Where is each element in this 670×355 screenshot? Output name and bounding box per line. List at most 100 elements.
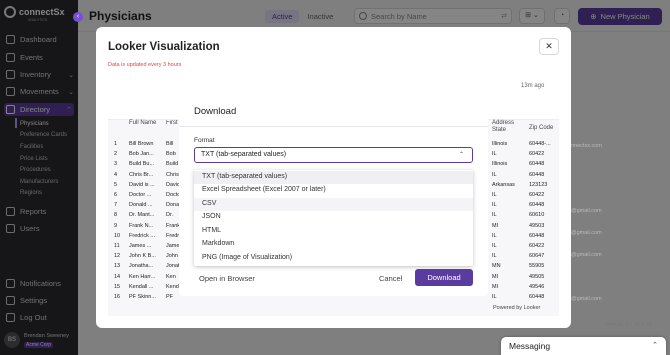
results-count: Results: 1 – 16 of 16 (606, 322, 652, 328)
divider (179, 126, 488, 127)
column-header-address-state[interactable]: Address State (492, 120, 522, 134)
cell-full-name: Bob Jan... (129, 151, 154, 158)
row-number: 4 (114, 171, 118, 178)
cell-first: Ken (166, 273, 176, 280)
cell-first: Bob (166, 151, 176, 158)
cell-zip-code: 60422 (529, 151, 545, 158)
cell-full-name: Dr. Mant... (129, 212, 155, 219)
cell-zip-code: 60448 (529, 161, 545, 168)
download-button[interactable]: Download (415, 269, 473, 286)
background-email: @gmail.com (571, 252, 602, 258)
cell-address-state: IL (492, 232, 497, 239)
cell-first: Jonathan (166, 263, 180, 270)
cell-address-state: IL (492, 202, 497, 209)
format-option-csv[interactable]: CSV (194, 198, 473, 211)
cell-first: Dr. (166, 212, 174, 219)
row-number: 16 (114, 294, 121, 300)
cell-full-name: Bill Brown (129, 141, 154, 147)
column-header-first[interactable]: First (166, 120, 180, 127)
row-number: 8 (114, 212, 118, 219)
row-number: 10 (114, 232, 121, 239)
format-option-html[interactable]: HTML (194, 225, 473, 238)
row-number: 2 (114, 151, 118, 158)
format-option-markdown[interactable]: Markdown (194, 238, 473, 251)
cell-full-name: David is ... (129, 181, 155, 188)
cell-zip-code: 60610 (529, 212, 545, 219)
close-button[interactable]: ✕ (539, 38, 559, 55)
cell-full-name: John K B... (129, 253, 156, 260)
cell-zip-code: 60448 (529, 294, 545, 300)
cell-address-state: IL (492, 171, 497, 178)
row-number: 7 (114, 202, 118, 209)
cell-first: Kendall (166, 283, 180, 290)
cell-address-state: MI (492, 283, 499, 290)
row-number: 1 (114, 141, 118, 147)
format-label: Format (194, 137, 215, 144)
cell-zip-code: 49503 (529, 222, 545, 229)
cell-zip-code: 60448 (529, 202, 545, 209)
cell-address-state: IL (492, 192, 497, 198)
format-option-png[interactable]: PNG (Image of Visualization) (194, 252, 473, 265)
column-header-full-name[interactable]: Full Name (129, 120, 159, 127)
messaging-widget[interactable]: Messaging ⌃ (501, 337, 666, 355)
cell-address-state: IL (492, 243, 497, 249)
cell-zip-code: 123123 (529, 181, 548, 188)
cell-first: James (166, 243, 180, 249)
cell-full-name: Ken Harr... (129, 273, 156, 280)
cell-zip-code: 60647 (529, 253, 545, 260)
cell-address-state: IL (492, 212, 497, 219)
modal-title: Looker Visualization (108, 41, 220, 53)
cell-full-name: Donald ... (129, 202, 153, 209)
row-number: 6 (114, 192, 118, 198)
cell-full-name: Build Bu... (129, 161, 155, 168)
powered-by: Powered by Looker (493, 305, 541, 311)
cancel-button[interactable]: Cancel (379, 274, 402, 283)
cell-first: Doctor (166, 192, 180, 198)
row-number: 9 (114, 222, 118, 229)
cell-zip-code: 49546 (529, 283, 545, 290)
dialog-title: Download (194, 106, 237, 117)
cell-zip-code: 60448 (529, 232, 545, 239)
chevron-up-icon: ⌃ (652, 342, 658, 349)
cell-first: Fredrick (166, 232, 180, 239)
open-in-browser-button[interactable]: Open in Browser (199, 274, 255, 283)
cell-full-name: Chris Br... (129, 171, 154, 178)
cell-full-name: Doctor ... (129, 192, 152, 198)
row-number: 13 (114, 263, 121, 270)
cell-address-state: Illinois (492, 141, 508, 147)
row-number: 5 (114, 181, 118, 188)
cell-address-state: Illinois (492, 161, 508, 168)
updated-time: 13m ago (521, 83, 545, 89)
row-number: 14 (114, 273, 121, 280)
row-number: 12 (114, 253, 121, 260)
update-note: Data is updated every 3 hours (108, 62, 182, 68)
cell-full-name: PF Skinn... (129, 294, 156, 300)
cell-zip-code: 60448 (529, 171, 545, 178)
format-option-txt[interactable]: TXT (tab-separated values) (194, 171, 473, 184)
cell-address-state: IL (492, 294, 497, 300)
format-option-json[interactable]: JSON (194, 211, 473, 224)
cell-full-name: James ... (129, 243, 152, 249)
background-email: @gmail.com (571, 296, 602, 302)
cell-first: David (166, 181, 180, 188)
format-option-excel[interactable]: Excel Spreadsheet (Excel 2007 or later) (194, 184, 473, 197)
format-select[interactable]: TXT (tab-separated values) ⌃ (194, 147, 473, 163)
cell-zip-code: 60422 (529, 192, 545, 198)
cell-full-name: Fredrick ... (129, 232, 155, 239)
cell-zip-code: 60448-... (529, 141, 551, 147)
collapse-sidebar-button[interactable]: ‹ (73, 12, 83, 22)
chevron-up-icon: ⌃ (458, 152, 464, 158)
column-header-zip-code[interactable]: Zip Code (529, 125, 553, 132)
row-number: 11 (114, 243, 120, 249)
cell-first: John (166, 253, 178, 260)
cell-first: Frank (166, 222, 180, 229)
cell-full-name: Jonatha... (129, 263, 154, 270)
cell-address-state: MI (492, 273, 499, 280)
cell-zip-code: 49505 (529, 273, 545, 280)
format-selected-value: TXT (tab-separated values) (201, 151, 287, 158)
cell-full-name: Kendall ... (129, 283, 154, 290)
cell-address-state: MN (492, 263, 501, 270)
cell-first: Donald (166, 202, 180, 209)
cell-zip-code: 60422 (529, 243, 545, 249)
cell-address-state: IL (492, 253, 497, 260)
